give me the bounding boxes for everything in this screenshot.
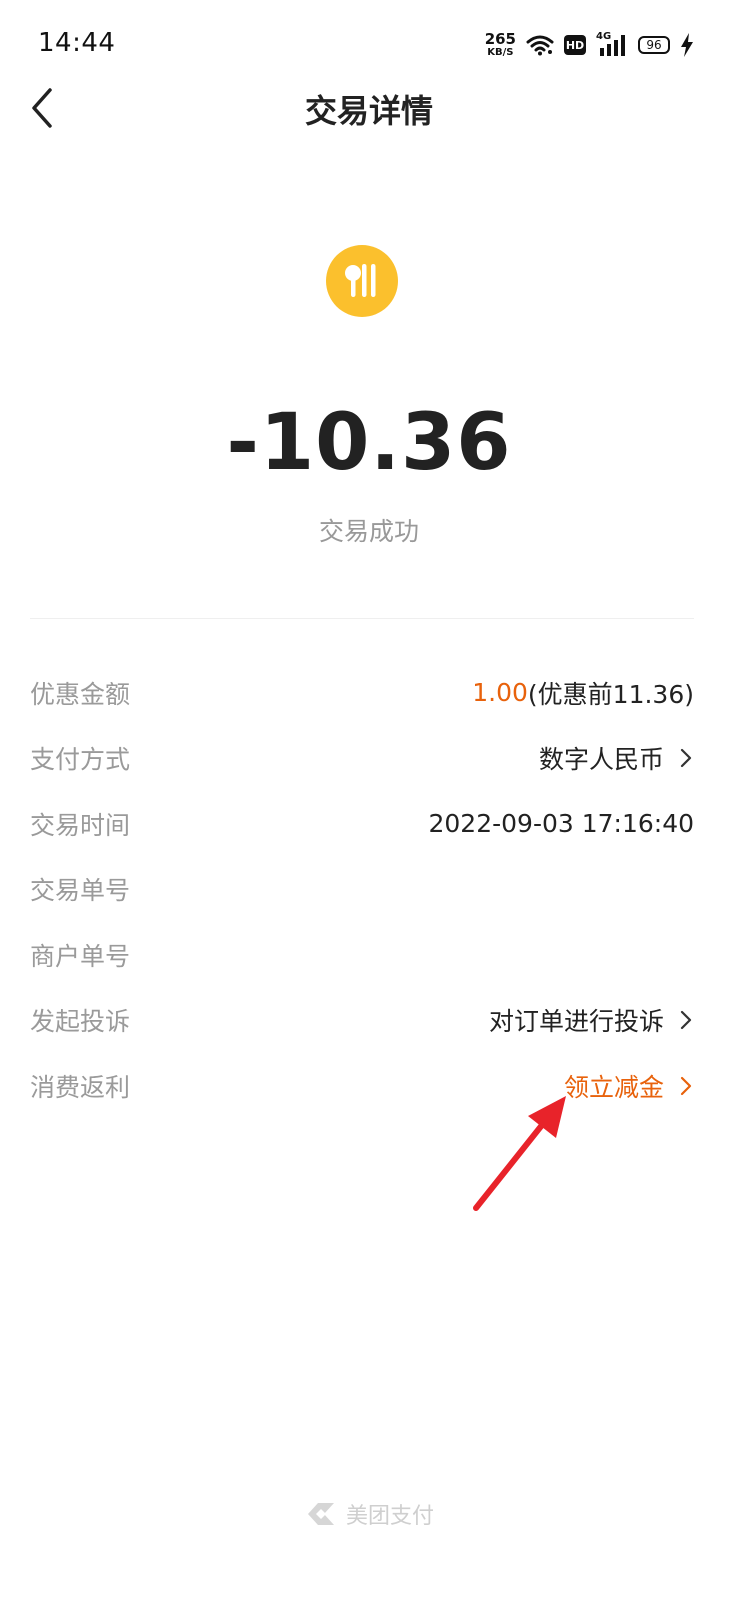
status-time: 14:44 bbox=[38, 28, 116, 58]
detail-label: 发起投诉 bbox=[30, 1007, 131, 1037]
network-speed-value: 265 bbox=[484, 30, 516, 48]
detail-list: 优惠金额 1.00 (优惠前11.36) 支付方式 数字人民币 交易时间 2022… bbox=[30, 660, 694, 1119]
transaction-time-value: 2022-09-03 17:16:40 bbox=[428, 809, 694, 839]
network-speed: 265 KB/S bbox=[485, 32, 516, 58]
payment-method-value: 数字人民币 bbox=[538, 745, 664, 775]
chevron-right-icon bbox=[680, 749, 692, 768]
detail-row-complaint[interactable]: 发起投诉 对订单进行投诉 bbox=[30, 988, 694, 1054]
detail-value: 1.00 (优惠前11.36) bbox=[472, 675, 694, 711]
claim-coupon-link[interactable]: 领立减金 bbox=[564, 1068, 694, 1104]
detail-label: 交易时间 bbox=[30, 810, 131, 840]
chevron-right-icon bbox=[680, 1076, 692, 1095]
detail-row-rebate[interactable]: 消费返利 领立减金 bbox=[30, 1053, 694, 1119]
discount-amount: 1.00 bbox=[472, 678, 528, 708]
detail-row-transaction-number: 交易单号 bbox=[30, 857, 694, 923]
page-title: 交易详情 bbox=[304, 92, 433, 130]
restaurant-icon bbox=[326, 245, 398, 317]
detail-label: 商户单号 bbox=[30, 941, 131, 971]
divider bbox=[30, 618, 694, 619]
footer-brand: 美团支付 bbox=[0, 1498, 738, 1530]
transaction-status: 交易成功 bbox=[318, 517, 419, 546]
detail-row-merchant-number: 商户单号 bbox=[30, 922, 694, 988]
detail-label: 交易单号 bbox=[30, 876, 131, 906]
annotation-arrow-icon bbox=[473, 1096, 566, 1211]
network-speed-unit: KB/S bbox=[487, 47, 514, 58]
detail-row-payment-method[interactable]: 支付方式 数字人民币 bbox=[30, 726, 694, 792]
detail-label: 优惠金额 bbox=[30, 679, 131, 709]
complaint-link[interactable]: 对订单进行投诉 bbox=[489, 1002, 694, 1038]
wifi-icon bbox=[526, 35, 554, 56]
detail-label: 消费返利 bbox=[30, 1072, 131, 1102]
battery-level: 96 bbox=[646, 38, 662, 52]
meituan-pay-logo-icon bbox=[307, 1503, 334, 1525]
complaint-value: 对订单进行投诉 bbox=[488, 1007, 664, 1037]
detail-label: 支付方式 bbox=[30, 745, 131, 775]
detail-value[interactable]: 数字人民币 bbox=[539, 740, 694, 776]
original-price: (优惠前11.36) bbox=[527, 679, 694, 709]
footer-brand-text: 美团支付 bbox=[345, 1504, 434, 1529]
hd-icon: HD bbox=[564, 35, 586, 55]
transaction-amount: -10.36 bbox=[226, 398, 512, 488]
detail-row-discount: 优惠金额 1.00 (优惠前11.36) bbox=[30, 660, 694, 726]
chevron-right-icon bbox=[680, 1011, 692, 1030]
status-bar: 14:44 265 KB/S HD 4G 96 bbox=[0, 0, 738, 88]
detail-row-transaction-time: 交易时间 2022-09-03 17:16:40 bbox=[30, 791, 694, 857]
battery-icon: 96 bbox=[638, 36, 670, 54]
charging-bolt-icon bbox=[681, 33, 693, 57]
status-icons: 265 KB/S HD 4G 96 bbox=[485, 28, 694, 62]
cellular-signal-icon: 4G bbox=[596, 31, 628, 57]
